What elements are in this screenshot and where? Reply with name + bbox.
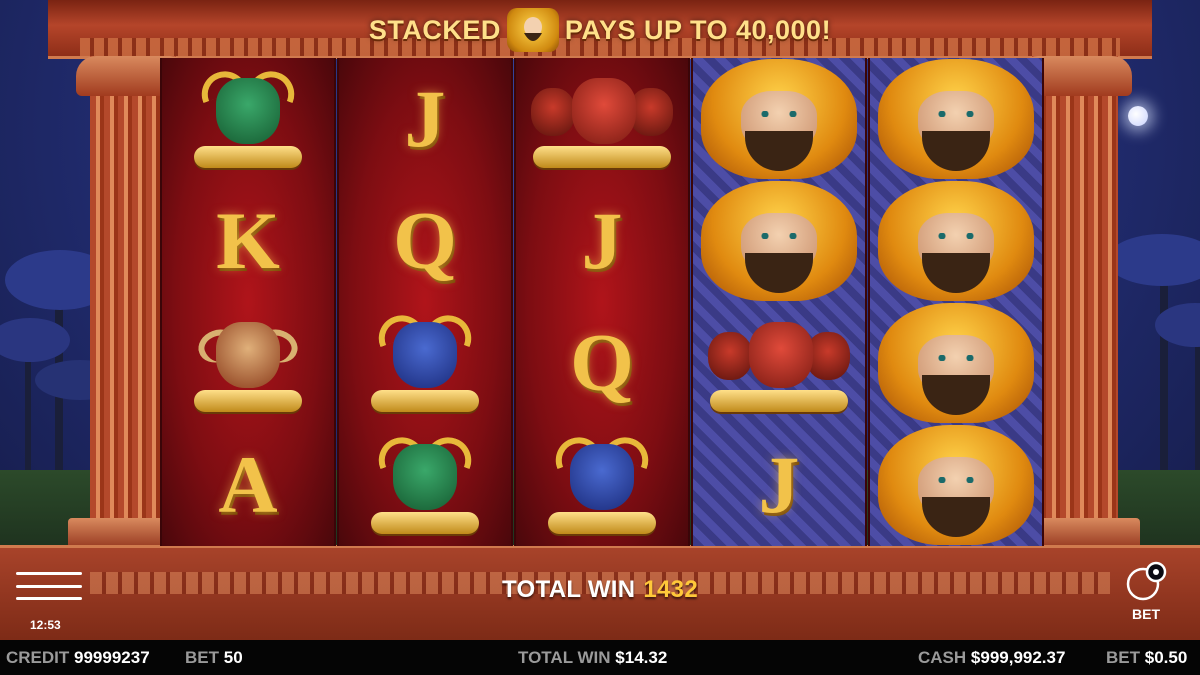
- cash-readout: CASH $999,992.37: [918, 648, 1065, 668]
- game-scene: STACKED PAYS UP TO 40,000! KAJQJQJ: [0, 0, 1200, 640]
- reel-2: JQ: [337, 58, 513, 546]
- boar-icon: [365, 430, 485, 540]
- bull-icon: [365, 308, 485, 418]
- bull-icon: [542, 430, 662, 540]
- credit-readout: CREDIT 99999237: [6, 648, 150, 668]
- hero-lion-helm-icon: [872, 425, 1040, 545]
- symbol-card-j: J: [516, 180, 688, 302]
- symbol-card-j: J: [339, 58, 511, 180]
- card-letter: J: [404, 73, 446, 164]
- hero-lion-helm-icon: [872, 181, 1040, 301]
- ram-icon: [188, 308, 308, 418]
- total-win-value: 1432: [643, 576, 698, 603]
- cash-value: $999,992.37: [970, 647, 1066, 667]
- credit-value: 99999237: [74, 647, 150, 667]
- hero-symbol-icon: [506, 8, 559, 52]
- symbol-boar: [339, 424, 511, 546]
- total-win-readout: TOTAL WIN $14.32: [518, 648, 667, 668]
- card-letter: A: [218, 439, 278, 530]
- symbol-hero: [870, 58, 1042, 180]
- symbol-bull: [516, 424, 688, 546]
- symbol-card-k: K: [162, 180, 334, 302]
- symbol-cerberus: [693, 302, 865, 424]
- bet-value: 50: [223, 647, 243, 667]
- banner-text-left: STACKED: [368, 14, 501, 45]
- bet-label: BET: [185, 647, 219, 667]
- reel-3: JQ: [514, 58, 690, 546]
- symbol-hero: [870, 302, 1042, 424]
- moon: [1128, 106, 1148, 126]
- symbol-card-q: Q: [339, 180, 511, 302]
- coin-gear-icon: [1126, 561, 1167, 601]
- reel-5: [868, 58, 1044, 546]
- reel-4: J: [691, 58, 867, 546]
- total-win-label: TOTAL WIN: [502, 576, 636, 603]
- card-letter: J: [758, 439, 800, 530]
- bet-button[interactable]: BET: [1118, 560, 1174, 632]
- bet-cash-label: BET: [1106, 647, 1140, 667]
- banner-text-right: PAYS UP TO 40,000!: [564, 14, 832, 45]
- card-letter: Q: [393, 195, 457, 286]
- cash-label: CASH: [918, 647, 967, 667]
- boar-icon: [188, 64, 308, 174]
- bet-cash-value: $0.50: [1144, 647, 1188, 667]
- total-win-display: TOTAL WIN 1432: [420, 576, 780, 604]
- hero-lion-helm-icon: [872, 59, 1040, 179]
- bet-cash-readout: BET $0.50: [1106, 648, 1187, 668]
- title-banner: STACKED PAYS UP TO 40,000!: [340, 8, 860, 52]
- hamburger-menu-icon[interactable]: [16, 572, 82, 600]
- symbol-cerberus: [516, 58, 688, 180]
- clock: 12:53: [30, 618, 61, 632]
- status-total-win-label: TOTAL WIN: [518, 647, 611, 667]
- reel-grid: KAJQJQJ: [160, 58, 1044, 546]
- bet-button-label: BET: [1132, 606, 1160, 622]
- symbol-card-q: Q: [516, 302, 688, 424]
- status-total-win-value: $14.32: [615, 647, 668, 667]
- symbol-hero: [870, 424, 1042, 546]
- right-column: [1010, 56, 1140, 552]
- symbol-boar: [162, 58, 334, 180]
- card-letter: J: [581, 195, 623, 286]
- symbol-ram: [162, 302, 334, 424]
- credit-label: CREDIT: [6, 647, 70, 667]
- reel-1: KA: [160, 58, 336, 546]
- symbol-card-j: J: [693, 424, 865, 546]
- hero-lion-helm-icon: [872, 303, 1040, 423]
- status-bar: CREDIT 99999237 BET 50 TOTAL WIN $14.32 …: [0, 640, 1200, 675]
- symbol-hero: [693, 180, 865, 302]
- cerberus-icon: [704, 308, 854, 418]
- hero-lion-helm-icon: [695, 181, 863, 301]
- card-letter: Q: [570, 317, 634, 408]
- card-letter: K: [216, 195, 280, 286]
- cerberus-icon: [527, 64, 677, 174]
- symbol-hero: [870, 180, 1042, 302]
- bet-readout: BET 50: [185, 648, 243, 668]
- symbol-bull: [339, 302, 511, 424]
- symbol-card-a: A: [162, 424, 334, 546]
- hero-lion-helm-icon: [695, 59, 863, 179]
- symbol-hero: [693, 58, 865, 180]
